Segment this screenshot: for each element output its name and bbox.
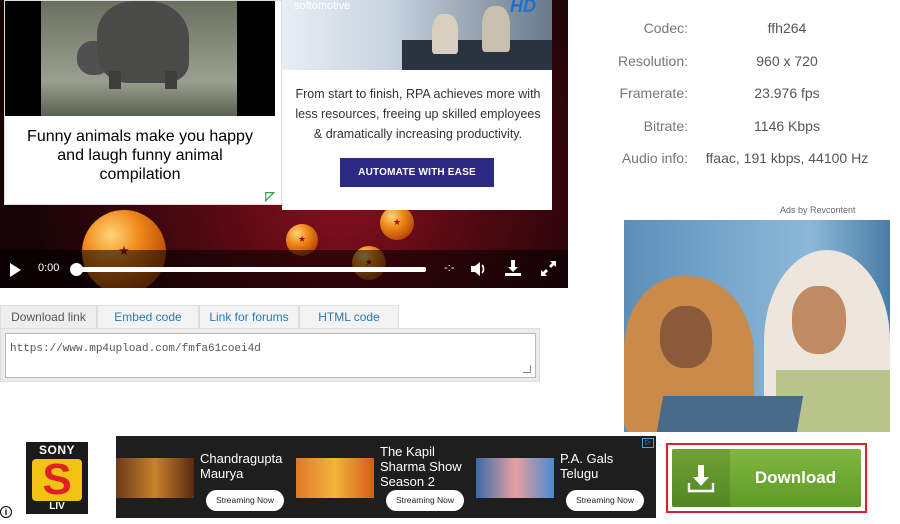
ads-by-label[interactable]: Ads by Revcontent	[780, 205, 856, 215]
banner-ad-info-icon[interactable]: i	[0, 506, 12, 518]
info-value: ffaac, 191 kbps, 44100 Hz	[705, 150, 869, 166]
show-thumbnail	[116, 458, 194, 498]
overlay-ad-animals[interactable]: Funny animals make you happy and laugh f…	[4, 0, 282, 205]
automate-button[interactable]: AUTOMATE WITH EASE	[340, 158, 494, 187]
sonyliv-logo: SONY S LIV	[26, 442, 88, 514]
info-row-resolution: Resolution: 960 x 720	[572, 47, 900, 80]
info-label: Audio info:	[621, 150, 688, 166]
dragon-ball-image: ★	[380, 206, 414, 240]
download-label: Download	[754, 468, 837, 487]
overlay-ad-rpa[interactable]: softomotive HD From start to finish, RPA…	[282, 0, 552, 210]
info-row-framerate: Framerate: 23.976 fps	[572, 79, 900, 112]
download-highlight-frame: Download	[666, 443, 867, 513]
code-panel: https://www.mp4upload.com/fmfa61coei4d	[0, 328, 540, 382]
download-icon[interactable]	[504, 259, 522, 277]
video-player[interactable]: ★ ★ ★ ★ Funny animals make you happy and…	[0, 0, 568, 288]
show-card[interactable]: P.A. Gals Telugu Streaming Now	[476, 436, 656, 518]
info-label: Bitrate:	[643, 117, 688, 134]
photo-ad-women[interactable]	[624, 220, 890, 432]
download-icon-box	[672, 449, 730, 507]
info-value: 1146 Kbps	[754, 117, 820, 134]
download-button[interactable]: Download	[672, 449, 861, 507]
streaming-now-button[interactable]: Streaming Now	[206, 490, 284, 511]
sonyliv-banner-ad[interactable]: SONY S LIV Chandragupta Maurya Streaming…	[0, 436, 656, 518]
show-thumbnail	[296, 458, 374, 498]
hd-badge: HD	[510, 0, 536, 16]
seek-handle[interactable]	[70, 263, 83, 276]
show-title: The Kapil Sharma Show Season 2	[380, 444, 462, 489]
download-link-field[interactable]: https://www.mp4upload.com/fmfa61coei4d	[5, 333, 536, 378]
liv-wordmark: LIV	[49, 501, 65, 512]
show-title: P.A. Gals Telugu	[560, 451, 614, 481]
adchoices-icon[interactable]: ◸	[263, 189, 277, 203]
adchoices-icon[interactable]: ▷	[642, 438, 654, 448]
tab-link-for-forums[interactable]: Link for forums	[199, 305, 299, 329]
info-label: Codec:	[643, 20, 688, 36]
show-thumbnail	[476, 458, 554, 498]
info-label: Framerate:	[619, 85, 688, 101]
show-card[interactable]: Chandragupta Maurya Streaming Now	[116, 436, 296, 518]
link-tabs: Download link Embed code Link for forums…	[0, 305, 400, 329]
current-time: 0:00	[38, 262, 60, 274]
streaming-now-button[interactable]: Streaming Now	[566, 490, 644, 511]
info-row-audio: Audio info: ffaac, 191 kbps, 44100 Hz	[572, 144, 900, 177]
info-row-bitrate: Bitrate: 1146 Kbps	[572, 112, 900, 145]
info-value: 23.976 fps	[754, 85, 820, 101]
info-value: 960 x 720	[756, 52, 818, 69]
ad-brand: softomotive	[294, 0, 351, 12]
show-card[interactable]: The Kapil Sharma Show Season 2 Streaming…	[296, 436, 476, 518]
player-controls: 0:00 -:-	[0, 250, 568, 288]
video-info-table: Codec: ffh264 Resolution: 960 x 720 Fram…	[572, 14, 900, 177]
sony-wordmark: SONY	[38, 443, 75, 457]
sonyliv-logo-box: SONY S LIV	[0, 436, 116, 518]
volume-icon[interactable]	[470, 260, 486, 278]
streaming-now-button[interactable]: Streaming Now	[386, 490, 464, 511]
seek-bar[interactable]	[74, 267, 426, 272]
remaining-time: -:-	[444, 262, 455, 274]
show-title: Chandragupta Maurya	[200, 451, 283, 481]
ad-caption[interactable]: Funny animals make you happy and laugh f…	[5, 127, 275, 184]
ad-office-image: softomotive HD	[282, 0, 552, 70]
download-arrow-icon	[687, 465, 715, 493]
fullscreen-icon[interactable]	[540, 260, 557, 277]
play-icon[interactable]	[10, 263, 21, 277]
tab-html-code[interactable]: HTML code	[299, 305, 399, 329]
tab-embed-code[interactable]: Embed code	[97, 305, 199, 329]
info-value: ffh264	[767, 20, 807, 36]
ad-body-text: From start to finish, RPA achieves more …	[295, 87, 541, 141]
resize-handle-icon[interactable]	[523, 365, 531, 373]
ad-thumbnail	[5, 1, 275, 116]
tab-download-link[interactable]: Download link	[0, 305, 97, 329]
info-row-codec: Codec: ffh264	[572, 14, 900, 47]
info-label: Resolution:	[617, 52, 688, 69]
